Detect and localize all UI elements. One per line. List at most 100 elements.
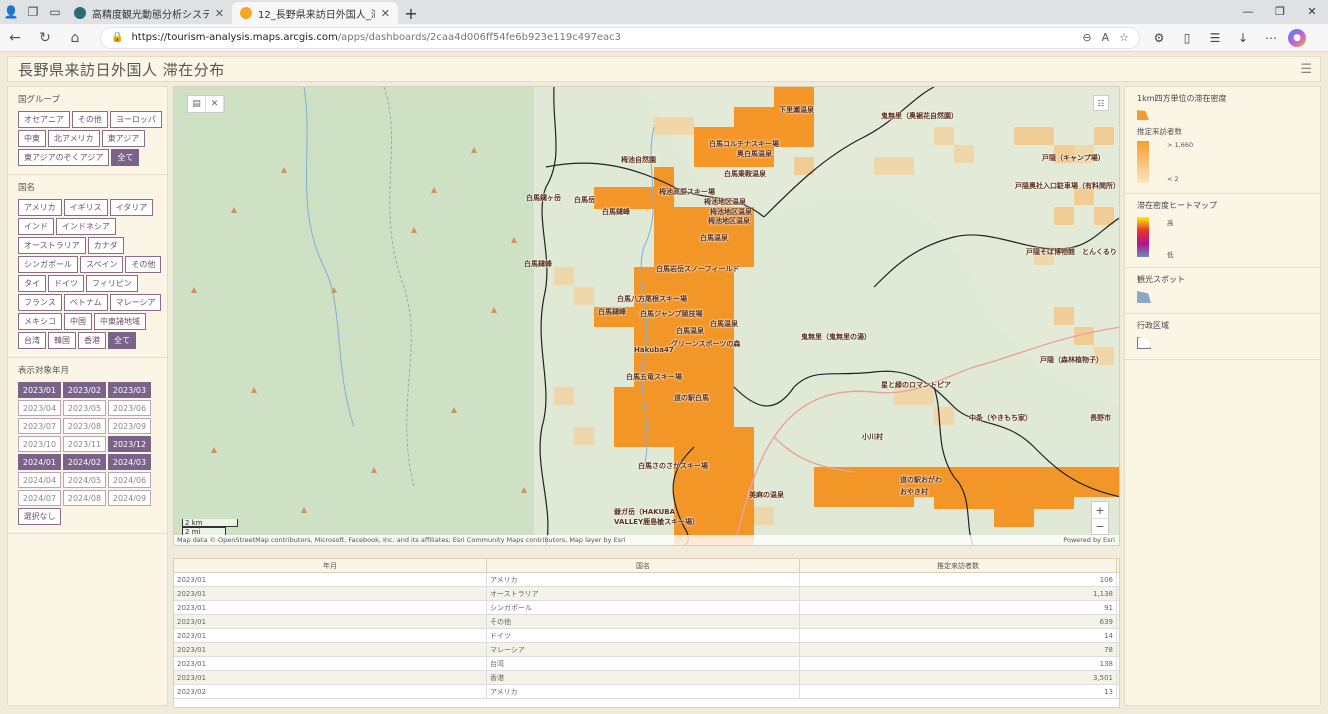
month-option-button[interactable]: 2023/04 [18,400,61,416]
column-header-month[interactable]: 年月 [174,559,487,572]
extensions-icon[interactable]: ⚙ [1148,27,1170,49]
read-aloud-icon[interactable]: A [1102,31,1110,44]
table-row[interactable]: 2023/01 台湾 138 [174,657,1119,671]
home-icon[interactable]: ⌂ [60,24,90,52]
new-tab-button[interactable]: + [398,2,424,24]
lock-icon[interactable]: 🔒 [111,32,123,43]
country-option-button[interactable]: アメリカ [18,199,62,216]
month-option-button[interactable]: 2023/03 [108,382,151,398]
column-header-country[interactable]: 国名 [487,559,800,572]
month-option-button[interactable]: 2024/07 [18,490,61,506]
copilot-icon[interactable]: ● [1288,28,1306,47]
month-option-button[interactable]: 2023/07 [18,418,61,434]
month-option-button[interactable]: 2023/02 [63,382,106,398]
month-option-button[interactable]: 2024/06 [108,472,151,488]
country-option-button[interactable]: フランス [18,294,62,311]
legend-heatmap: 滞在密度ヒートマップ 高 低 [1125,194,1320,268]
group-option-button[interactable]: その他 [71,111,108,128]
month-option-button[interactable]: 2023/01 [18,382,61,398]
country-option-button[interactable]: イギリス [63,199,108,216]
select-none-button[interactable]: 選択なし [18,508,61,525]
group-option-button[interactable]: 全て [111,149,140,166]
group-option-button[interactable]: ヨーロッパ [109,111,162,128]
zoom-icon[interactable]: ⊖ [1082,31,1091,44]
country-option-button[interactable]: 全て [108,332,136,349]
country-option-button[interactable]: オーストラリア [18,237,86,254]
month-option-button[interactable]: 2024/03 [108,454,151,470]
split-screen-icon[interactable]: ▯ [1176,27,1198,49]
group-option-button[interactable]: 北アメリカ [48,130,100,147]
browser-tab-2[interactable]: 12_長野県来訪日外国人_滞在分 ✕ [232,2,398,24]
map-legend-icon[interactable]: ☷ [1093,95,1109,111]
downloads-icon[interactable]: ↓ [1232,27,1254,49]
country-option-button[interactable]: インドネシア [56,218,116,235]
favorites-icon[interactable]: ☰ [1204,27,1226,49]
group-option-button[interactable]: 東アジアのぞくアジア [18,149,110,166]
table-row[interactable]: 2023/02 アメリカ 13 [174,685,1119,699]
month-option-button[interactable]: 2024/01 [18,454,61,470]
month-option-button[interactable]: 2023/05 [63,400,106,416]
country-option-button[interactable]: メキシコ [18,313,62,330]
close-icon[interactable]: ✕ [215,7,224,20]
country-option-button[interactable]: フィリピン [86,275,138,292]
restore-icon[interactable]: ❐ [1264,0,1296,22]
month-option-button[interactable]: 2023/08 [63,418,106,434]
table-row[interactable]: 2023/01 マレーシア 78 [174,643,1119,657]
month-option-button[interactable]: 2024/08 [63,490,106,506]
back-icon[interactable]: ← [0,24,30,52]
table-row[interactable]: 2023/01 オーストラリア 1,138 [174,587,1119,601]
collections-icon[interactable]: ❐ [22,0,44,24]
month-option-button[interactable]: 2023/10 [18,436,61,452]
country-option-button[interactable]: その他 [125,256,162,273]
country-option-button[interactable]: ベトナム [63,294,108,311]
table-row[interactable]: 2023/01 ドイツ 14 [174,629,1119,643]
month-option-button[interactable]: 2024/05 [63,472,106,488]
month-option-button[interactable]: 2023/09 [108,418,151,434]
favorite-star-icon[interactable]: ☆ [1119,31,1129,44]
map-label: グリーンスポーツの森 [671,340,741,348]
country-option-button[interactable]: 台湾 [18,332,46,349]
table-row[interactable]: 2023/01 アメリカ 106 [174,573,1119,587]
table-row[interactable]: 2023/01 シンガポール 91 [174,601,1119,615]
more-icon[interactable]: ⋯ [1260,27,1282,49]
country-option-button[interactable]: タイ [18,275,46,292]
country-option-button[interactable]: 中国 [64,313,92,330]
powered-by-esri[interactable]: Powered by Esri [1063,535,1115,545]
menu-icon[interactable]: ☰ [1300,62,1312,77]
profile-icon[interactable]: 👤 [0,0,22,24]
close-tool-icon[interactable]: ✕ [206,96,224,112]
country-option-button[interactable]: 香港 [78,332,106,349]
column-header-visitors[interactable]: 推定来訪者数 [800,559,1117,572]
country-option-button[interactable]: カナダ [87,237,124,254]
tab-actions-icon[interactable]: ▭ [44,0,66,24]
country-option-button[interactable]: ドイツ [48,275,84,292]
month-option-button[interactable]: 2023/12 [108,436,151,452]
country-option-button[interactable]: 中東諸地域 [94,313,146,330]
country-option-button[interactable]: マレーシア [109,294,162,311]
zoom-in-button[interactable]: + [1092,502,1108,518]
url-field[interactable]: 🔒 https://tourism-analysis.maps.arcgis.c… [100,26,1140,49]
table-row[interactable]: 2023/01 その他 639 [174,615,1119,629]
country-option-button[interactable]: インド [18,218,54,235]
group-option-button[interactable]: 東アジア [101,130,146,147]
country-option-button[interactable]: 韓国 [48,332,76,349]
close-icon[interactable]: ✕ [381,7,390,20]
country-option-button[interactable]: シンガポール [18,256,78,273]
close-window-icon[interactable]: ✕ [1296,0,1328,22]
month-option-button[interactable]: 2023/11 [63,436,106,452]
country-option-button[interactable]: イタリア [109,199,154,216]
map-view[interactable]: ▤ ✕ ☷ 下里瀬温泉 鬼無里（奥裾花自然園） 白馬コルチナスキー場 栂池自然園… [173,86,1120,546]
basemap-icon[interactable]: ▤ [188,96,206,112]
refresh-icon[interactable]: ↻ [30,24,60,52]
minimize-icon[interactable]: — [1232,0,1264,22]
month-option-button[interactable]: 2024/02 [63,454,106,470]
group-option-button[interactable]: オセアニア [18,111,70,128]
country-option-button[interactable]: スペイン [80,256,124,273]
month-option-button[interactable]: 2024/09 [108,490,151,506]
browser-tab-1[interactable]: 高精度観光動態分析システム ✕ [66,2,232,24]
zoom-out-button[interactable]: − [1092,518,1108,534]
table-row[interactable]: 2023/01 香港 3,501 [174,671,1119,685]
group-option-button[interactable]: 中東 [18,130,46,147]
month-option-button[interactable]: 2024/04 [18,472,61,488]
month-option-button[interactable]: 2023/06 [108,400,151,416]
